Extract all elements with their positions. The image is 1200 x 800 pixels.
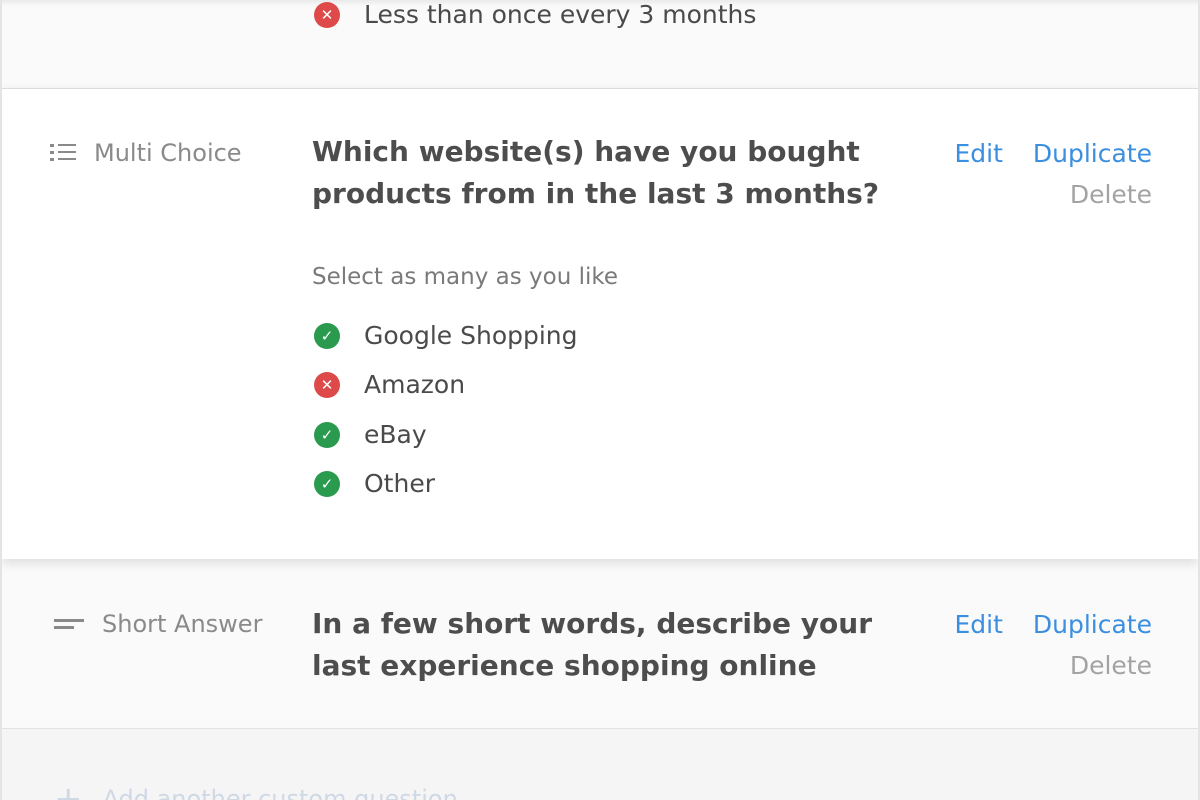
question-type: Short Answer [54, 610, 262, 638]
duplicate-button[interactable]: Duplicate [1033, 139, 1152, 168]
option-label: Amazon [364, 370, 466, 399]
option-row: ✓ Google Shopping [314, 321, 578, 350]
question-type-label: Short Answer [102, 610, 263, 638]
previous-question-card: ✕ Less than once every 3 months [2, 0, 1198, 88]
option-label: Google Shopping [364, 321, 578, 350]
option-row: ✓ eBay [314, 420, 427, 449]
list-icon [50, 144, 76, 162]
add-question-button[interactable]: + Add another custom question [54, 779, 458, 800]
delete-button[interactable]: Delete [933, 651, 1152, 680]
question-title: In a few short words, describe your last… [312, 607, 873, 682]
question-actions: Edit Duplicate Delete [933, 139, 1152, 209]
multi-choice-question-card[interactable]: Multi Choice Which website(s) have you b… [2, 88, 1198, 559]
short-answer-question-card[interactable]: Short Answer In a few short words, descr… [2, 558, 1198, 728]
plus-icon: + [54, 779, 83, 800]
question-list: ✕ Less than once every 3 months Multi Ch… [0, 0, 1200, 800]
option-row: ✕ Less than once every 3 months [314, 0, 756, 29]
cross-icon: ✕ [314, 371, 340, 398]
short-answer-icon [54, 618, 84, 630]
question-type-label: Multi Choice [94, 139, 242, 167]
question-hint: Select as many as you like [312, 264, 619, 290]
question-actions: Edit Duplicate Delete [933, 610, 1152, 680]
delete-button[interactable]: Delete [933, 180, 1152, 209]
option-label: Less than once every 3 months [364, 0, 757, 29]
option-row: ✕ Amazon [314, 370, 465, 399]
check-icon: ✓ [314, 421, 340, 448]
option-row: ✓ Other [314, 469, 435, 498]
question-type: Multi Choice [50, 139, 242, 167]
add-question-area: + Add another custom question [2, 728, 1198, 800]
question-title: Which website(s) have you bought product… [312, 135, 880, 210]
option-label: Other [364, 469, 435, 498]
cross-icon: ✕ [314, 1, 340, 28]
check-icon: ✓ [314, 470, 340, 497]
add-question-label: Add another custom question [102, 785, 458, 800]
duplicate-button[interactable]: Duplicate [1033, 610, 1152, 639]
edit-button[interactable]: Edit [955, 139, 1003, 168]
option-label: eBay [364, 420, 427, 449]
check-icon: ✓ [314, 322, 340, 349]
edit-button[interactable]: Edit [955, 610, 1003, 639]
